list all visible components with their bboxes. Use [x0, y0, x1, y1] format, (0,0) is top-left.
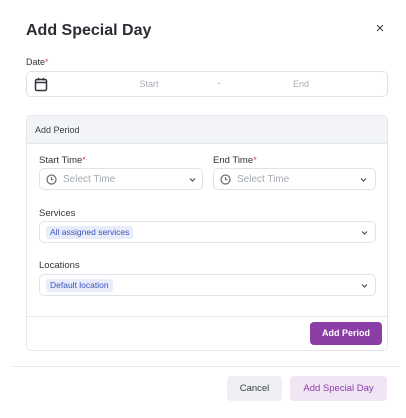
close-icon: × — [375, 20, 385, 37]
start-time-label: Start Time* — [39, 155, 86, 166]
required-mark: * — [253, 155, 257, 166]
services-selected-tag: All assigned services — [46, 226, 134, 239]
locations-select[interactable]: Default location — [39, 274, 376, 296]
add-period-button[interactable]: Add Period — [310, 322, 382, 345]
services-select[interactable]: All assigned services — [39, 221, 376, 243]
services-label: Services — [39, 208, 76, 219]
end-time-label: End Time* — [213, 155, 257, 166]
add-period-panel: Add Period Start Time* Select Time End T… — [26, 115, 388, 351]
add-period-header: Add Period — [27, 116, 387, 144]
start-time-placeholder: Select Time — [63, 174, 116, 185]
date-separator: - — [217, 78, 221, 88]
chevron-down-icon — [361, 231, 368, 235]
required-mark: * — [82, 155, 86, 166]
start-time-select[interactable]: Select Time — [39, 168, 203, 190]
date-start-input[interactable]: Start — [109, 79, 189, 89]
chevron-down-icon — [361, 284, 368, 288]
date-label-text: Date — [26, 57, 46, 67]
add-special-day-button[interactable]: Add Special Day — [290, 376, 387, 401]
start-time-label-text: Start Time — [39, 155, 83, 166]
dialog-title: Add Special Day — [26, 22, 152, 39]
end-time-select[interactable]: Select Time — [213, 168, 376, 190]
locations-label: Locations — [39, 260, 80, 271]
date-label: Date* — [26, 57, 49, 67]
date-range-picker[interactable]: Start - End — [26, 71, 388, 97]
required-mark: * — [45, 57, 49, 67]
add-period-title: Add Period — [35, 125, 80, 135]
date-end-input[interactable]: End — [261, 79, 341, 89]
footer-divider — [12, 366, 400, 367]
divider — [27, 316, 387, 317]
chevron-down-icon — [189, 178, 196, 182]
cancel-button[interactable]: Cancel — [227, 376, 282, 401]
locations-selected-tag: Default location — [46, 279, 113, 292]
clock-icon — [46, 174, 57, 185]
calendar-icon — [34, 77, 48, 92]
chevron-down-icon — [360, 178, 367, 182]
end-time-placeholder: Select Time — [237, 174, 290, 185]
close-button[interactable]: × — [373, 20, 387, 38]
clock-icon — [220, 174, 231, 185]
end-time-label-text: End Time — [213, 155, 254, 166]
